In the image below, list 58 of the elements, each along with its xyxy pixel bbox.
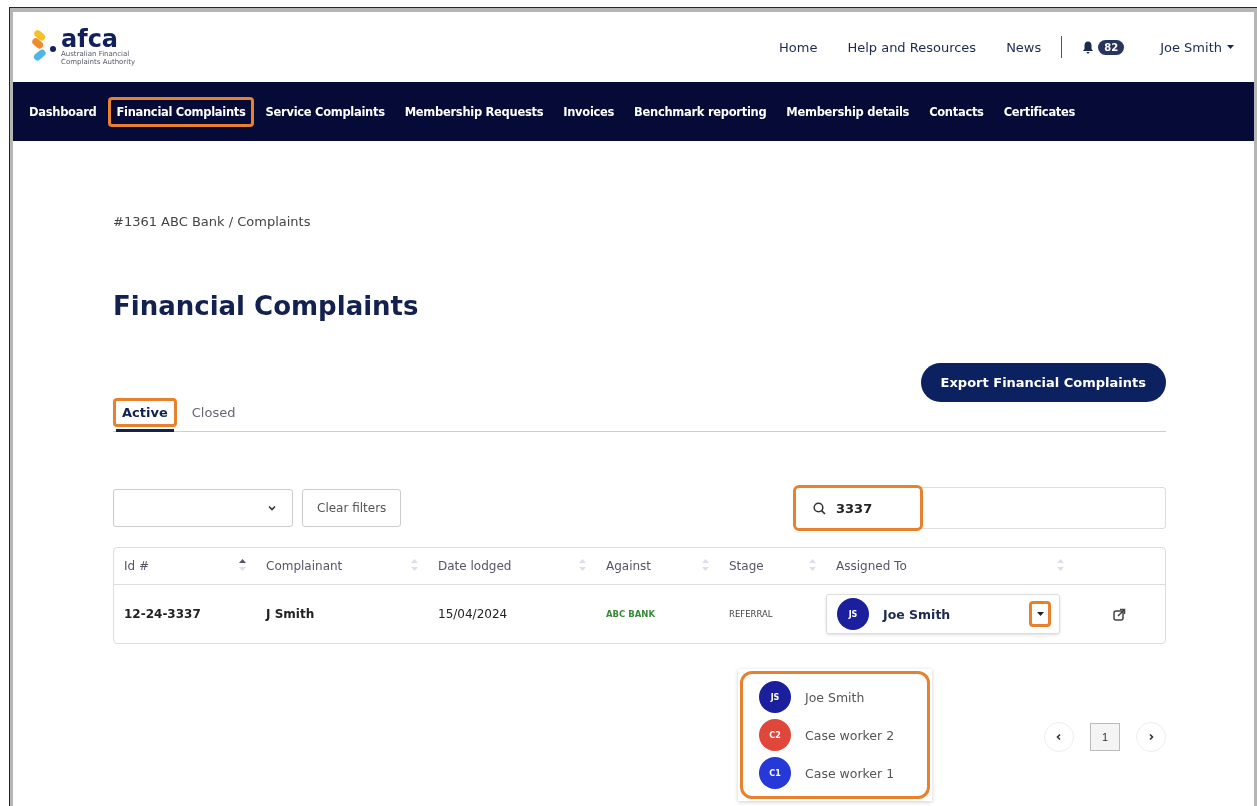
assignee-option[interactable]: C1 Case worker 1: [743, 754, 927, 792]
caret-icon: [1036, 612, 1044, 616]
top-link[interactable]: Home: [779, 39, 818, 55]
column-header[interactable]: Against: [606, 558, 652, 574]
active-tab-indicator: [116, 429, 174, 432]
nav-item[interactable]: Benchmark reporting: [626, 96, 775, 127]
chevron-right-icon: [1147, 733, 1155, 741]
bell-icon[interactable]: [1082, 40, 1095, 54]
filter-dropdown[interactable]: [113, 489, 293, 527]
avatar: JS: [759, 681, 791, 713]
nav-item[interactable]: Service Complaints: [257, 96, 393, 127]
avatar: C1: [759, 757, 791, 789]
open-external-icon[interactable]: [1113, 607, 1126, 621]
assignee-option[interactable]: JS Joe Smith: [743, 678, 927, 716]
export-button[interactable]: Export Financial Complaints: [920, 363, 1166, 402]
search-icon: [813, 501, 826, 515]
nav-item[interactable]: Certificates: [995, 96, 1084, 127]
column-header[interactable]: Id #: [124, 558, 150, 574]
complainant-cell-text: J Smith: [264, 607, 316, 621]
stage-cell-text: REFERRAL: [728, 609, 774, 619]
caret-icon: [1227, 45, 1234, 49]
top-link[interactable]: News: [1006, 39, 1042, 55]
date-cell-text: 15/04/2024: [437, 607, 509, 621]
assignee-name: Joe Smith: [883, 606, 951, 622]
chevron-down-icon: [268, 504, 276, 512]
dropdown-toggle[interactable]: [1029, 601, 1051, 627]
user-menu[interactable]: Joe Smith: [1160, 39, 1222, 55]
top-link[interactable]: Help and Resources: [847, 39, 977, 55]
nav-item[interactable]: Dashboard: [21, 96, 105, 127]
column-header[interactable]: Assigned To: [836, 558, 907, 574]
search-field[interactable]: 3337: [794, 487, 1166, 529]
against-cell-text: ABC BANK: [605, 609, 656, 619]
id-cell-text: 12-24-3337: [123, 607, 202, 621]
avatar: JS: [837, 598, 869, 630]
nav-item[interactable]: Membership Requests: [396, 96, 552, 127]
chevron-left-icon: [1055, 733, 1063, 741]
column-header[interactable]: Stage: [729, 558, 764, 574]
column-header[interactable]: Date lodged: [438, 558, 512, 574]
column-header[interactable]: Complainant: [266, 558, 343, 574]
assignee-option[interactable]: C2 Case worker 2: [743, 716, 927, 754]
tab[interactable]: Closed: [182, 398, 245, 427]
nav-item[interactable]: Financial Complaints: [108, 96, 254, 127]
nav-item[interactable]: Invoices: [555, 96, 623, 127]
nav-item[interactable]: Membership details: [778, 96, 918, 127]
sort-icon[interactable]: [239, 558, 246, 571]
previous-page-button[interactable]: [1044, 722, 1074, 752]
logo-mark-icon: [31, 30, 57, 64]
page-number-button[interactable]: 1: [1090, 723, 1120, 751]
notification-count: 82: [1098, 39, 1125, 55]
page-title: Financial Complaints: [113, 291, 420, 321]
nav-item[interactable]: Contacts: [921, 96, 992, 127]
clear-filters-button[interactable]: Clear filters: [302, 489, 402, 527]
avatar: C2: [759, 719, 791, 751]
search-query: 3337: [836, 500, 874, 516]
assignee-select[interactable]: JS Joe Smith: [826, 594, 1060, 634]
breadcrumb: #1361 ABC Bank / Complaints: [113, 214, 312, 229]
logo-wordmark: afca: [61, 27, 119, 52]
next-page-button[interactable]: [1136, 722, 1166, 752]
